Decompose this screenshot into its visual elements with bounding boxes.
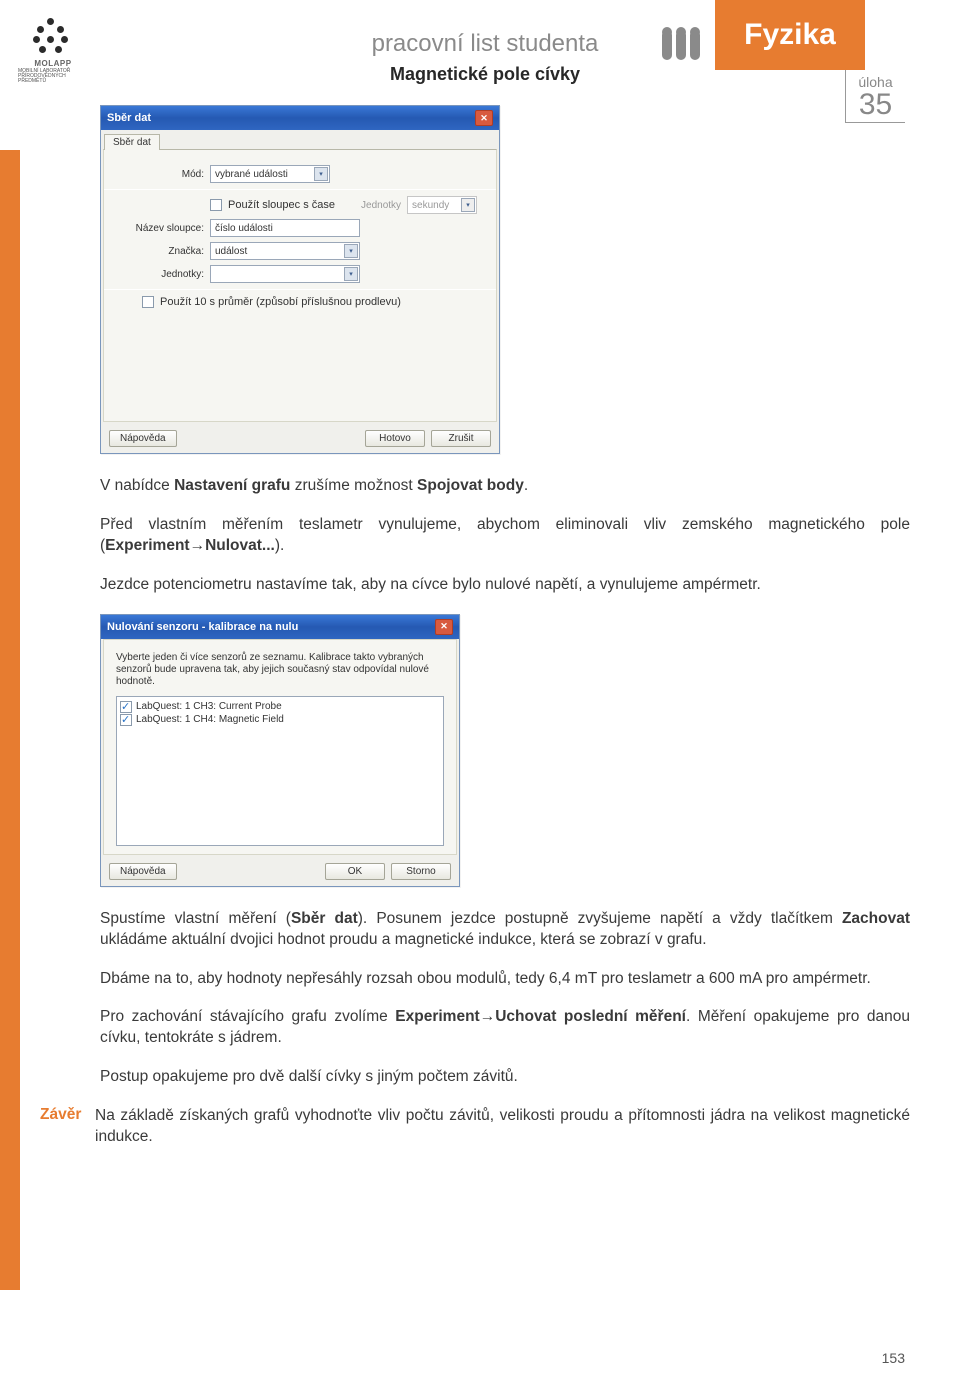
dialog2-titlebar[interactable]: Nulování senzoru - kalibrace na nulu ✕	[101, 615, 459, 639]
list-item[interactable]: LabQuest: 1 CH4: Magnetic Field	[120, 714, 440, 726]
chevron-down-icon[interactable]: ▾	[314, 167, 328, 181]
sensor-label: LabQuest: 1 CH4: Magnetic Field	[136, 714, 284, 725]
mark-input[interactable]: událost ▾	[210, 242, 360, 260]
worksheet-title: pracovní list studenta	[280, 30, 690, 58]
task-number-box: úloha 35	[845, 70, 905, 123]
jednotky-label-disabled: Jednotky	[361, 200, 401, 211]
mark-value: událost	[215, 246, 247, 257]
conclusion-row: Závěr Na základě získaných grafů vyhodno…	[100, 1106, 910, 1148]
sensor-checkbox[interactable]	[120, 714, 132, 726]
dialog-nulovani: Nulování senzoru - kalibrace na nulu ✕ V…	[100, 614, 460, 887]
accent-bar	[0, 150, 20, 1290]
close-icon[interactable]: ✕	[435, 619, 453, 635]
mark-label: Značka:	[116, 246, 204, 257]
close-icon[interactable]: ✕	[475, 110, 493, 126]
dialog-title: Sběr dat	[107, 112, 151, 124]
time-units-select: sekundy ▾	[407, 196, 477, 214]
mod-value: vybrané události	[215, 169, 288, 180]
ok-button[interactable]: OK	[325, 863, 385, 880]
done-button[interactable]: Hotovo	[365, 430, 425, 447]
avg-checkbox[interactable]	[142, 296, 154, 308]
column-name-label: Název sloupce:	[116, 223, 204, 234]
chevron-down-icon: ▾	[461, 198, 475, 212]
dialog2-description: Vyberte jeden či více senzorů ze seznamu…	[116, 652, 444, 688]
sensor-checkbox[interactable]	[120, 701, 132, 713]
subject-badge: Fyzika	[715, 0, 865, 70]
dialog2-title: Nulování senzoru - kalibrace na nulu	[107, 621, 298, 633]
page-number: 153	[882, 1350, 905, 1366]
dialog-sber-dat: Sběr dat ✕ Sběr dat Mód: vybrané událost…	[100, 105, 500, 454]
list-item[interactable]: LabQuest: 1 CH3: Current Probe	[120, 701, 440, 713]
logo-icon	[33, 18, 73, 58]
mod-select[interactable]: vybrané události ▾	[210, 165, 330, 183]
conclusion-text: Na základě získaných grafů vyhodnoťte vl…	[95, 1106, 910, 1148]
time-units-value: sekundy	[412, 200, 449, 211]
paragraph-3: Jezdce potenciometru nastavíme tak, aby …	[100, 575, 910, 596]
dialog-tab[interactable]: Sběr dat	[104, 134, 160, 150]
units2-label: Jednotky:	[116, 269, 204, 280]
paragraph-1: V nabídce Nastavení grafu zrušíme možnos…	[100, 476, 910, 497]
help-button[interactable]: Nápověda	[109, 863, 177, 880]
column-name-value: číslo události	[215, 223, 273, 234]
paragraph-7: Postup opakujeme pro dvě další cívky s j…	[100, 1067, 910, 1088]
storno-button[interactable]: Storno	[391, 863, 451, 880]
sensor-listbox[interactable]: LabQuest: 1 CH3: Current Probe LabQuest:…	[116, 696, 444, 846]
units2-input[interactable]: ▾	[210, 265, 360, 283]
mod-label: Mód:	[116, 169, 204, 180]
chevron-down-icon[interactable]: ▾	[344, 244, 358, 258]
task-number: 35	[846, 90, 905, 120]
dialog-titlebar[interactable]: Sběr dat ✕	[101, 106, 499, 130]
conclusion-label: Závěr	[40, 1106, 95, 1124]
cancel-button[interactable]: Zrušit	[431, 430, 491, 447]
paragraph-6: Pro zachování stávajícího grafu zvolíme …	[100, 1007, 910, 1049]
logo-subtitle: MOBILNÍ LABORATOŘ PŘÍRODOVĚDNÝCH PŘEDMĚT…	[18, 69, 88, 84]
help-button[interactable]: Nápověda	[109, 430, 177, 447]
avg-label: Použít 10 s průměr (způsobí příslušnou p…	[160, 296, 401, 308]
use-time-checkbox[interactable]	[210, 199, 222, 211]
three-figures-icon	[662, 30, 700, 60]
paragraph-2: Před vlastním měřením teslametr vynuluje…	[100, 515, 910, 557]
topic-title: Magnetické pole cívky	[280, 64, 690, 85]
column-name-input[interactable]: číslo události	[210, 219, 360, 237]
chevron-down-icon[interactable]: ▾	[344, 267, 358, 281]
logo: MOLAPP MOBILNÍ LABORATOŘ PŘÍRODOVĚDNÝCH …	[18, 18, 88, 84]
use-time-label: Použít sloupec s čase	[228, 199, 335, 211]
paragraph-5: Dbáme na to, aby hodnoty nepřesáhly rozs…	[100, 969, 910, 990]
paragraph-4: Spustíme vlastní měření (Sběr dat). Posu…	[100, 909, 910, 951]
sensor-label: LabQuest: 1 CH3: Current Probe	[136, 701, 282, 712]
